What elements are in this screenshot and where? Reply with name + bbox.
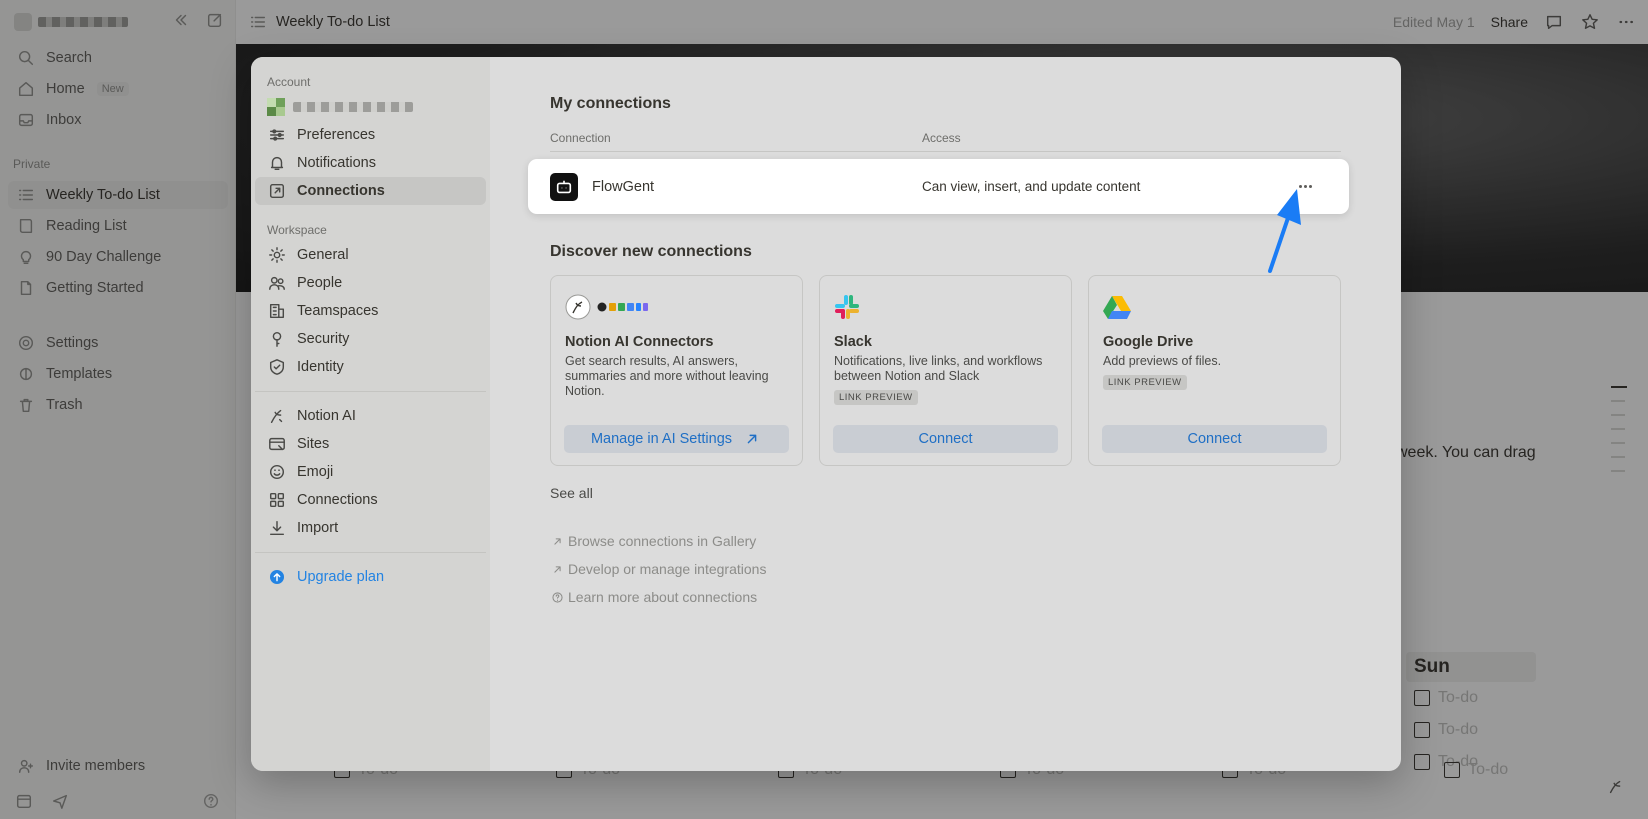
settings-nav: Account Preferences Notifications Connec…	[251, 57, 490, 771]
connection-links: Browse connections in Gallery Develop or…	[550, 527, 766, 611]
card-description: Add previews of files.	[1103, 354, 1222, 368]
external-link-box-icon	[267, 181, 287, 201]
connection-name: FlowGent	[592, 178, 655, 195]
button-label: Manage in AI Settings	[590, 431, 733, 447]
arrow-up-right-icon	[550, 534, 564, 548]
card-title: Google Drive	[1103, 334, 1194, 350]
nav-item-preferences[interactable]: Preferences	[255, 121, 486, 149]
nav-item-notion-ai[interactable]: Notion AI	[255, 402, 486, 430]
help-circle-icon	[550, 590, 564, 604]
card-slack: Slack Notifications, live links, and wor…	[819, 275, 1072, 466]
people-icon	[267, 273, 287, 293]
grid-icon	[267, 490, 287, 510]
nav-item-general[interactable]: General	[255, 241, 486, 269]
notion-ai-connectors-logo	[565, 292, 788, 322]
develop-integrations-link[interactable]: Develop or manage integrations	[550, 555, 766, 583]
nav-item-connections-account[interactable]: Connections	[255, 177, 486, 205]
nav-item-label: Preferences	[297, 127, 376, 143]
nav-item-notifications[interactable]: Notifications	[255, 149, 486, 177]
card-title: Slack	[834, 334, 872, 350]
arrow-up-right-icon	[742, 429, 762, 449]
link-label: Browse connections in Gallery	[568, 533, 757, 549]
nav-item-label: Security	[297, 331, 350, 347]
connections-table-header: Connection Access	[550, 131, 1341, 152]
learn-more-link[interactable]: Learn more about connections	[550, 583, 766, 611]
nav-item-identity[interactable]: Identity	[255, 353, 486, 381]
app-shell: Search Home New Inbox Private Weekly To-…	[0, 0, 1648, 819]
nav-item-label: General	[297, 247, 349, 263]
nav-item-label: Upgrade plan	[297, 569, 385, 585]
card-description: Get search results, AI answers, summarie…	[565, 354, 769, 398]
nav-item-label: Notifications	[297, 155, 376, 171]
nav-item-sites[interactable]: Sites	[255, 430, 486, 458]
slack-connect-button[interactable]: Connect	[833, 425, 1058, 453]
link-preview-tag: LINK PREVIEW	[834, 390, 918, 405]
nav-item-teamspaces[interactable]: Teamspaces	[255, 297, 486, 325]
account-user	[251, 93, 490, 121]
link-preview-tag: LINK PREVIEW	[1103, 375, 1187, 390]
nav-item-import[interactable]: Import	[255, 514, 486, 542]
column-header-access: Access	[922, 131, 961, 145]
nav-item-label: Emoji	[297, 464, 334, 480]
my-connections-title: My connections	[550, 95, 671, 112]
button-label: Connect	[918, 431, 973, 447]
account-section-label: Account	[267, 75, 311, 89]
connection-row-flowgent[interactable]: FlowGent Can view, insert, and update co…	[528, 159, 1349, 214]
google-drive-logo	[1103, 292, 1326, 322]
annotation-arrow-icon	[1268, 189, 1301, 273]
account-name-redacted	[293, 102, 413, 112]
card-description: Notifications, live links, and workflows…	[834, 354, 1043, 383]
connection-access: Can view, insert, and update content	[922, 179, 1141, 194]
upgrade-arrow-icon	[267, 567, 287, 587]
arrow-up-right-icon	[550, 562, 564, 576]
shield-check-icon	[267, 357, 287, 377]
manage-ai-settings-button[interactable]: Manage in AI Settings	[564, 425, 789, 453]
card-notion-ai-connectors: Notion AI Connectors Get search results,…	[550, 275, 803, 466]
nav-item-label: Sites	[297, 436, 330, 452]
smile-icon	[267, 462, 287, 482]
building-icon	[267, 301, 287, 321]
nav-item-label: Identity	[297, 359, 344, 375]
nav-item-label: Connections	[297, 492, 378, 508]
nav-item-label: Notion AI	[297, 408, 356, 424]
nav-item-emoji[interactable]: Emoji	[255, 458, 486, 486]
nav-item-upgrade-plan[interactable]: Upgrade plan	[255, 563, 486, 591]
card-google-drive: Google Drive Add previews of files. LINK…	[1088, 275, 1341, 466]
download-icon	[267, 518, 287, 538]
nav-item-security[interactable]: Security	[255, 325, 486, 353]
nav-divider	[255, 552, 486, 553]
card-title: Notion AI Connectors	[565, 334, 714, 350]
notion-ai-icon	[267, 406, 287, 426]
sliders-icon	[267, 125, 287, 145]
nav-item-label: People	[297, 275, 343, 291]
avatar	[267, 98, 285, 116]
column-header-connection: Connection	[550, 131, 611, 145]
nav-item-label: Import	[297, 520, 339, 536]
gear-icon	[267, 245, 287, 265]
nav-divider	[255, 391, 486, 392]
key-icon	[267, 329, 287, 349]
bell-icon	[267, 153, 287, 173]
nav-item-connections-workspace[interactable]: Connections	[255, 486, 486, 514]
discover-title: Discover new connections	[550, 243, 752, 260]
nav-item-people[interactable]: People	[255, 269, 486, 297]
link-label: Develop or manage integrations	[568, 561, 767, 577]
button-label: Connect	[1187, 431, 1242, 447]
sites-icon	[267, 434, 287, 454]
robot-icon	[550, 172, 578, 201]
nav-item-label: Teamspaces	[297, 303, 379, 319]
google-drive-connect-button[interactable]: Connect	[1102, 425, 1327, 453]
link-label: Learn more about connections	[568, 589, 758, 605]
slack-logo	[834, 292, 1057, 322]
discover-cards: Notion AI Connectors Get search results,…	[550, 275, 1341, 466]
nav-item-label: Connections	[297, 183, 385, 199]
browse-gallery-link[interactable]: Browse connections in Gallery	[550, 527, 766, 555]
workspace-section-label: Workspace	[267, 223, 327, 237]
see-all-link[interactable]: See all	[550, 485, 593, 501]
